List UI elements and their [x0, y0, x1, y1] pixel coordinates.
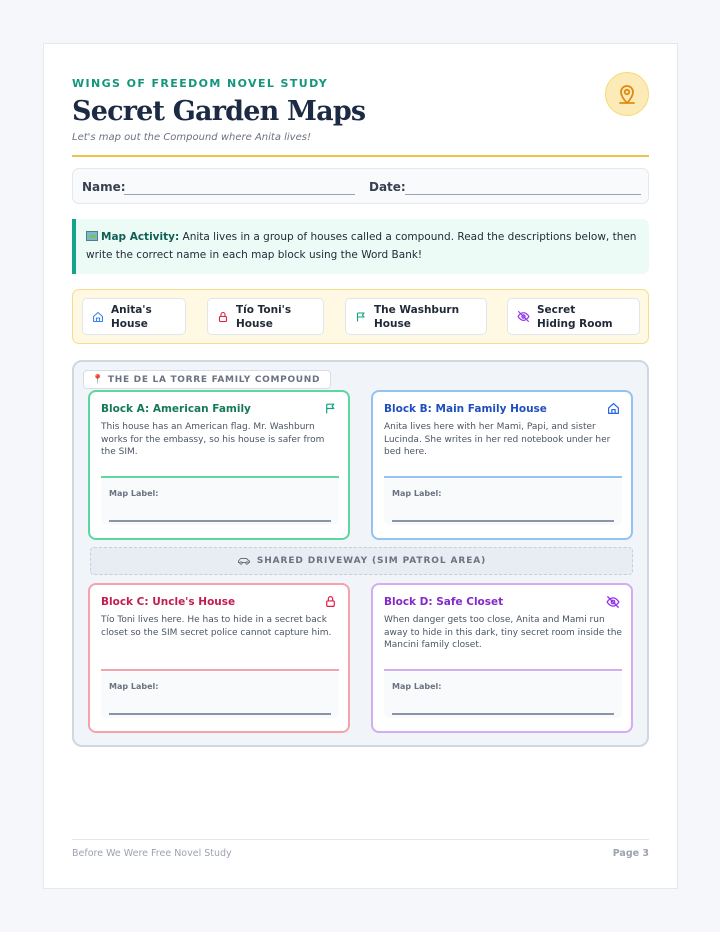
word-bank-label: Tío Toni's House	[236, 303, 292, 330]
home-icon	[92, 311, 104, 322]
word-bank-label: The Washburn House	[374, 303, 460, 330]
word-bank-chip[interactable]: Tío Toni's House	[207, 298, 324, 335]
word-bank-label: Secret Hiding Room	[537, 303, 613, 330]
map-label-caption: Map Label:	[109, 489, 159, 498]
worksheet-page: WINGS OF FREEDOM NOVEL STUDY Secret Gard…	[43, 43, 678, 889]
compound-tag: 📍 THE DE LA TORRE FAMILY COMPOUND	[83, 370, 332, 389]
map-label-caption: Map Label:	[392, 682, 442, 691]
footer-title: Before We Were Free Novel Study	[72, 848, 232, 859]
map-label-field[interactable]: Map Label:	[384, 479, 622, 525]
date-label: Date:	[369, 180, 406, 194]
word-bank-chip[interactable]: Secret Hiding Room	[507, 298, 640, 335]
map-label-caption: Map Label:	[392, 489, 442, 498]
block-divider	[384, 669, 622, 671]
word-bank-label: Anita's House	[111, 303, 152, 330]
car-icon	[237, 558, 250, 565]
eye-off-icon	[517, 311, 530, 322]
flag-icon	[326, 403, 335, 414]
eye-off-icon	[606, 596, 620, 608]
shared-driveway: SHARED DRIVEWAY (SIM PATROL AREA)	[90, 547, 633, 575]
map-label-line	[392, 520, 614, 522]
activity-instructions: Map Activity: Anita lives in a group of …	[72, 219, 649, 274]
map-block-c: Block C: Uncle's House Tío Toni lives he…	[88, 583, 350, 733]
map-label-line	[109, 713, 331, 715]
home-icon	[608, 403, 619, 414]
map-block-a: Block A: American Family This house has …	[88, 390, 350, 540]
block-divider	[384, 476, 622, 478]
date-field[interactable]	[405, 194, 641, 195]
word-bank-chip[interactable]: The Washburn House	[345, 298, 487, 335]
compound-tag-text: THE DE LA TORRE FAMILY COMPOUND	[107, 374, 321, 385]
lock-icon	[326, 596, 335, 607]
block-title: Block D: Safe Closet	[384, 596, 504, 608]
block-title: Block A: American Family	[101, 403, 251, 415]
compound-map: 📍 THE DE LA TORRE FAMILY COMPOUND Block …	[72, 360, 649, 747]
series-label: WINGS OF FREEDOM NOVEL STUDY	[72, 77, 329, 90]
block-divider	[101, 476, 339, 478]
page-number: Page 3	[612, 848, 649, 859]
word-bank-chip[interactable]: Anita's House	[82, 298, 186, 335]
driveway-label: SHARED DRIVEWAY (SIM PATROL AREA)	[256, 556, 487, 566]
name-date-row: Name: Date:	[72, 168, 649, 204]
page-title: Secret Garden Maps	[72, 96, 366, 127]
map-label-line	[392, 713, 614, 715]
block-description: When danger gets too close, Anita and Ma…	[384, 615, 622, 650]
map-label-line	[109, 520, 331, 522]
map-label-field[interactable]: Map Label:	[101, 479, 339, 525]
map-block-b: Block B: Main Family House Anita lives h…	[371, 390, 633, 540]
map-label-caption: Map Label:	[109, 682, 159, 691]
map-pin-icon	[619, 85, 635, 104]
map-pin-badge	[605, 72, 649, 116]
name-label: Name:	[82, 180, 126, 194]
block-description: This house has an American flag. Mr. Was…	[101, 422, 325, 457]
world-map-icon	[86, 231, 98, 241]
word-bank: Anita's House Tío Toni's House The Washb…	[72, 289, 649, 344]
block-divider	[101, 669, 339, 671]
block-description: Anita lives here with her Mami, Papi, an…	[384, 422, 611, 457]
name-field[interactable]	[124, 194, 355, 195]
page-subtitle: Let's map out the Compound where Anita l…	[72, 132, 311, 143]
map-label-field[interactable]: Map Label:	[101, 672, 339, 718]
activity-lead: Map Activity:	[101, 231, 180, 243]
map-label-field[interactable]: Map Label:	[384, 672, 622, 718]
footer-divider	[72, 839, 649, 840]
flag-icon	[356, 311, 365, 321]
lock-icon	[218, 311, 228, 322]
block-description: Tío Toni lives here. He has to hide in a…	[101, 615, 332, 638]
pushpin-icon: 📍	[92, 374, 104, 385]
header-divider	[72, 155, 649, 157]
block-title: Block B: Main Family House	[384, 403, 547, 415]
map-block-d: Block D: Safe Closet When danger gets to…	[371, 583, 633, 733]
block-title: Block C: Uncle's House	[101, 596, 236, 608]
